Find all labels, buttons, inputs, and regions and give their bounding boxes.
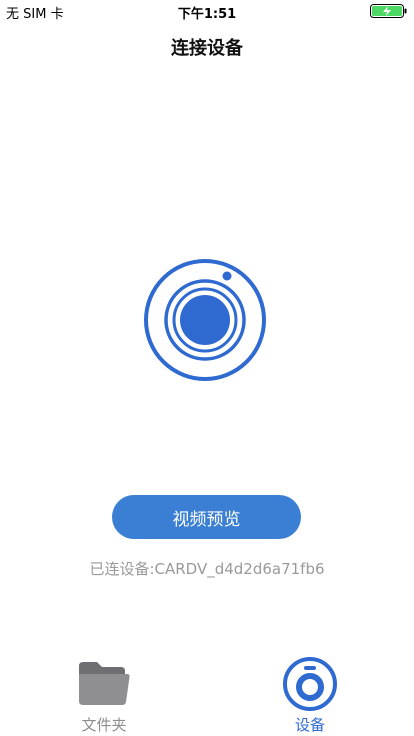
status-time: 下午1:51 xyxy=(177,7,237,22)
tab-device-label: 设备 xyxy=(294,716,325,734)
camera-lens-icon xyxy=(144,259,266,381)
device-camera-icon xyxy=(283,657,337,711)
tab-bar: 文件夹 设备 xyxy=(0,656,414,736)
status-bar: 无 SIM 卡 下午1:51 xyxy=(0,0,414,22)
connected-device-status: 已连设备:CARDV_d4d2d6a71fb6 xyxy=(89,560,325,578)
page-title: 连接设备 xyxy=(171,38,243,59)
video-preview-button[interactable]: 视频预览 xyxy=(112,495,301,539)
tab-device[interactable]: 设备 xyxy=(260,656,360,736)
device-connect-screen: 无 SIM 卡 下午1:51 连接设备 视频预览 已连设备:CARDV_d4d2… xyxy=(0,0,414,736)
tab-folder[interactable]: 文件夹 xyxy=(54,656,154,736)
tab-folder-label: 文件夹 xyxy=(81,716,127,734)
battery-charging-icon xyxy=(370,4,407,18)
folder-icon xyxy=(79,662,130,705)
